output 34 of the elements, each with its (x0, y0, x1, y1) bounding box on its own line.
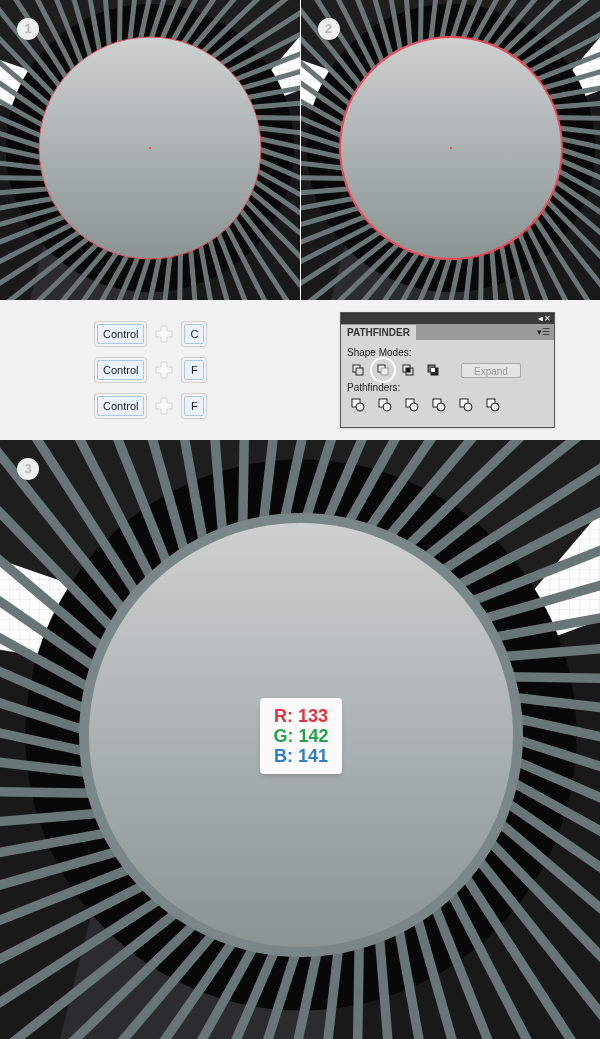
square-circle-icon (351, 398, 365, 412)
square-circle-icon (432, 398, 446, 412)
pathfinder-button[interactable] (405, 398, 419, 412)
panel-tab[interactable]: PATHFINDER (341, 325, 416, 340)
plus-icon (155, 397, 174, 415)
square-circle-icon (459, 398, 473, 412)
plus-icon (155, 325, 174, 343)
keyboard-key: F (184, 360, 205, 380)
color-value: G: 142 (273, 726, 329, 746)
keyboard-key: F (184, 396, 205, 416)
color-value: B: 141 (274, 746, 328, 766)
pathfinder-button[interactable] (351, 398, 365, 412)
overlapping-squares-icon (377, 364, 389, 376)
pathfinder-button[interactable] (432, 398, 446, 412)
keyboard-key: Control (97, 396, 145, 416)
overlapping-squares-icon (427, 364, 439, 376)
keyboard-key: C (184, 324, 205, 344)
square-circle-icon (405, 398, 419, 412)
pathfinder-button[interactable] (459, 398, 473, 412)
pathfinder-button[interactable] (486, 398, 500, 412)
square-circle-icon (486, 398, 500, 412)
overlapping-squares-icon (352, 364, 364, 376)
panel-menu-icon[interactable]: ▾☰ (537, 325, 554, 340)
pathfinder-button[interactable] (378, 398, 392, 412)
square-circle-icon (378, 398, 392, 412)
color-value: R: 133 (274, 706, 328, 726)
overlapping-squares-icon (402, 364, 414, 376)
close-icon[interactable]: ✕ (544, 314, 551, 323)
collapse-icon[interactable]: ◂◂ (538, 314, 540, 323)
keyboard-key: Control (97, 324, 145, 344)
section-label: Pathfinders: (347, 381, 402, 395)
section-label: Shape Modes: (347, 346, 413, 360)
keyboard-key: Control (97, 360, 145, 380)
plus-icon (155, 361, 174, 379)
